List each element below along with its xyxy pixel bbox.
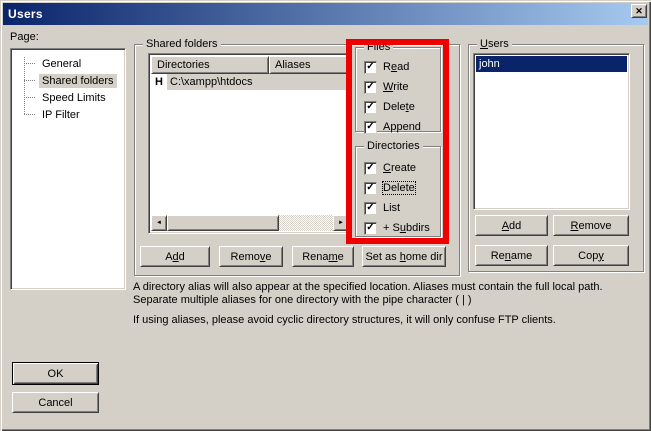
page-label: Page: — [10, 31, 39, 43]
remove-user-button[interactable]: Remove — [553, 215, 629, 236]
add-user-button[interactable]: Add — [475, 215, 548, 236]
checkbox-append[interactable]: ✓ — [364, 121, 377, 134]
checkbox-subdirs-label: + Subdirs — [383, 222, 430, 234]
column-header-directories[interactable]: Directories — [151, 56, 269, 74]
check-icon: ✓ — [366, 163, 374, 173]
checkbox-file-delete-label: Delete — [383, 101, 415, 113]
check-icon: ✓ — [366, 203, 374, 213]
users-group-label: Users — [477, 38, 512, 50]
set-as-home-dir-button[interactable]: Set as home dir — [362, 246, 446, 267]
checkbox-subdirs[interactable]: ✓ — [364, 222, 377, 235]
directories-group-label: Directories — [364, 140, 423, 152]
title-bar[interactable]: Users — [3, 3, 648, 25]
tree-item-speed-limits[interactable]: Speed Limits — [13, 89, 123, 106]
scrollbar-track[interactable] — [279, 215, 333, 231]
add-directory-button[interactable]: Add — [140, 246, 210, 267]
scroll-left-icon: ◄ — [156, 220, 162, 226]
user-item-john[interactable]: john — [476, 56, 627, 72]
tree-item-general[interactable]: General — [13, 55, 123, 72]
horizontal-scrollbar[interactable]: ◄ ► — [151, 215, 349, 231]
checkbox-dir-delete[interactable]: ✓ — [364, 182, 377, 195]
cancel-button[interactable]: Cancel — [12, 392, 99, 413]
page-tree[interactable]: General Shared folders Speed Limits IP F… — [10, 48, 126, 290]
scroll-right-icon: ► — [338, 220, 344, 226]
rename-user-button[interactable]: Rename — [475, 245, 548, 266]
check-icon: ✓ — [366, 82, 374, 92]
scrollbar-thumb[interactable] — [167, 215, 279, 231]
scroll-right-button[interactable]: ► — [333, 215, 349, 231]
checkbox-write-label: Write — [383, 81, 408, 93]
checkbox-row-write[interactable]: ✓ Write — [364, 80, 408, 94]
checkbox-list-label: List — [383, 202, 400, 214]
check-icon: ✓ — [366, 102, 374, 112]
checkbox-read[interactable]: ✓ — [364, 61, 377, 74]
shared-folders-group-label: Shared folders — [143, 38, 221, 50]
ok-button[interactable]: OK — [12, 362, 99, 385]
check-icon: ✓ — [366, 122, 374, 132]
alias-description-line1: A directory alias will also appear at th… — [133, 281, 649, 307]
alias-description: A directory alias will also appear at th… — [133, 281, 649, 327]
directories-list[interactable]: Directories Aliases H C:\xampp\htdocs ◄ … — [148, 53, 352, 234]
checkbox-row-list[interactable]: ✓ List — [364, 201, 400, 215]
checkbox-dir-delete-label: Delete — [383, 182, 415, 194]
files-group-label: Files — [364, 41, 393, 53]
rename-directory-button[interactable]: Rename — [292, 246, 354, 267]
alias-description-line2: If using aliases, please avoid cyclic di… — [133, 314, 649, 327]
list-header: Directories Aliases — [151, 56, 349, 74]
close-icon: ✕ — [635, 7, 643, 16]
remove-directory-button[interactable]: Remove — [219, 246, 283, 267]
checkbox-create[interactable]: ✓ — [364, 162, 377, 175]
directory-row[interactable]: H C:\xampp\htdocs — [151, 74, 349, 90]
close-button[interactable]: ✕ — [631, 4, 647, 18]
users-dialog: Users ✕ Page: General Shared folders Spe… — [0, 0, 651, 431]
checkbox-row-dir-delete[interactable]: ✓ Delete — [364, 181, 415, 195]
home-flag: H — [151, 76, 167, 88]
checkbox-row-subdirs[interactable]: ✓ + Subdirs — [364, 221, 430, 235]
users-list[interactable]: john — [473, 53, 630, 210]
checkbox-row-create[interactable]: ✓ Create — [364, 161, 416, 175]
checkbox-create-label: Create — [383, 162, 416, 174]
checkbox-row-append[interactable]: ✓ Append — [364, 120, 421, 134]
check-icon: ✓ — [366, 223, 374, 233]
tree-item-shared-folders[interactable]: Shared folders — [13, 72, 123, 89]
tree-item-ip-filter[interactable]: IP Filter — [13, 106, 123, 123]
column-header-aliases[interactable]: Aliases — [269, 56, 349, 74]
checkbox-file-delete[interactable]: ✓ — [364, 101, 377, 114]
check-icon: ✓ — [366, 183, 374, 193]
scroll-left-button[interactable]: ◄ — [151, 215, 167, 231]
directories-group: Directories ✓ Create ✓ Delete ✓ List ✓ +… — [355, 146, 441, 237]
checkbox-read-label: Read — [383, 61, 409, 73]
checkbox-append-label: Append — [383, 121, 421, 133]
copy-user-button[interactable]: Copy — [553, 245, 629, 266]
checkbox-row-read[interactable]: ✓ Read — [364, 60, 409, 74]
check-icon: ✓ — [366, 62, 374, 72]
checkbox-row-file-delete[interactable]: ✓ Delete — [364, 100, 415, 114]
checkbox-list[interactable]: ✓ — [364, 202, 377, 215]
window-title: Users — [8, 7, 43, 21]
files-group: Files ✓ Read ✓ Write ✓ Delete ✓ Append — [355, 47, 441, 132]
directory-path: C:\xampp\htdocs — [167, 74, 349, 90]
checkbox-write[interactable]: ✓ — [364, 81, 377, 94]
